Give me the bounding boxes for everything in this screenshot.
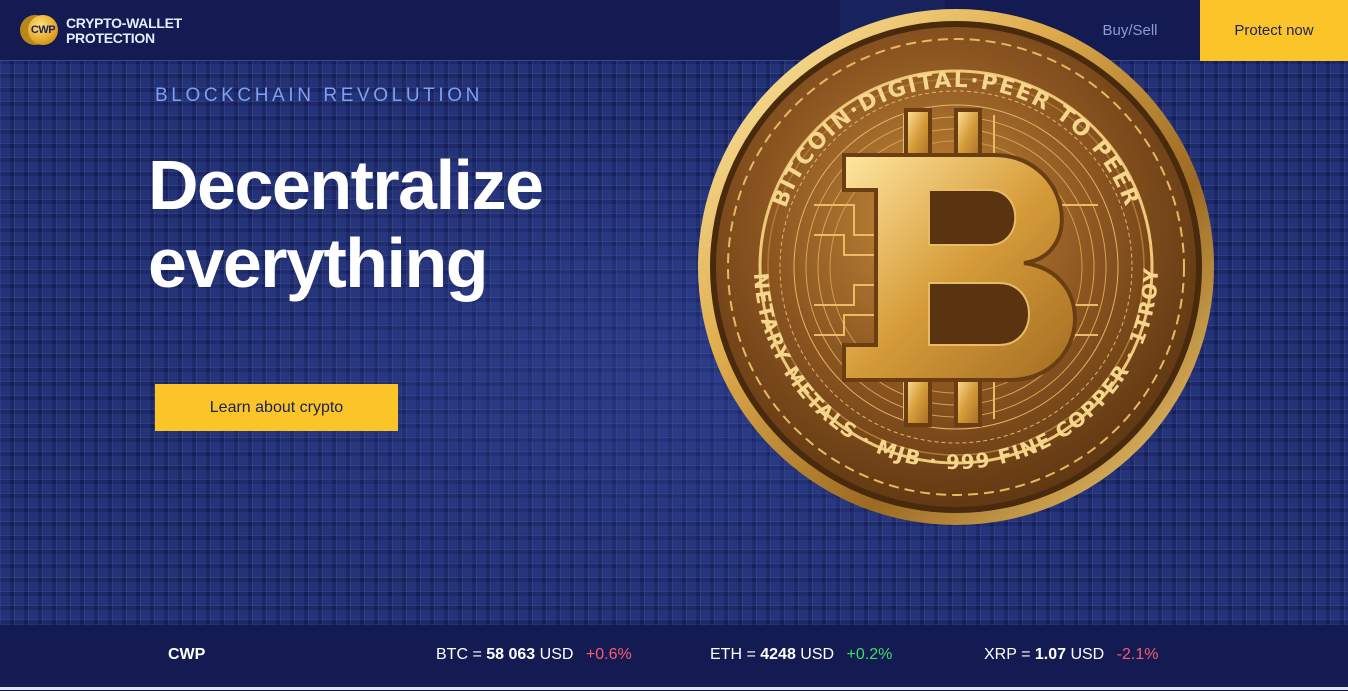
ticker-equals: =: [472, 646, 482, 663]
ticker-equals: =: [1021, 646, 1031, 663]
hero-headline: Decentralize everything: [148, 146, 668, 302]
protect-now-button[interactable]: Protect now: [1200, 0, 1348, 61]
logo-line-1: CRYPTO-WALLET: [66, 15, 182, 31]
ticker-item-xrp: XRP = 1.07 USD -2.1%: [984, 646, 1158, 664]
ticker-change: -2.1%: [1116, 646, 1159, 663]
ticker-unit: USD: [1070, 646, 1105, 663]
ticker-unit: USD: [800, 646, 835, 663]
headline-line-1: Decentralize: [148, 146, 544, 224]
ticker-equals: =: [746, 646, 756, 663]
page: CWP CRYPTO-WALLET PROTECTION Home Featur…: [0, 0, 1348, 691]
ticker-symbol: BTC: [436, 646, 468, 663]
ticker-item-btc: BTC = 58 063 USD +0.6%: [436, 646, 632, 664]
ticker-price: 4248: [760, 646, 796, 663]
logo-badge-text: CWP: [28, 15, 58, 45]
logo-wordmark: CRYPTO-WALLET PROTECTION: [66, 16, 182, 46]
ticker-symbol: ETH: [710, 646, 742, 663]
logo-line-2: PROTECTION: [66, 30, 155, 46]
logo[interactable]: CWP CRYPTO-WALLET PROTECTION: [20, 12, 190, 50]
headline-line-2: everything: [148, 224, 489, 302]
ticker-item-eth: ETH = 4248 USD +0.2%: [710, 646, 892, 664]
price-ticker: CWP BTC = 58 063 USD +0.6% ETH = 4248 US…: [0, 625, 1348, 690]
learn-about-crypto-button[interactable]: Learn about crypto: [155, 384, 398, 431]
logo-badge-icon: CWP: [20, 12, 60, 48]
ticker-symbol: XRP: [984, 646, 1017, 663]
bitcoin-coin-icon: BITCOIN·DIGITAL·PEER TO PEER MONETARY ME…: [694, 5, 1214, 525]
ticker-unit: USD: [539, 646, 574, 663]
ticker-change: +0.2%: [846, 646, 893, 663]
hero-eyebrow: BLOCKCHAIN REVOLUTION: [155, 85, 483, 106]
ticker-price: 58 063: [486, 646, 536, 663]
ticker-price: 1.07: [1034, 646, 1066, 663]
ticker-brand: CWP: [168, 646, 206, 663]
ticker-change: +0.6%: [585, 646, 632, 663]
